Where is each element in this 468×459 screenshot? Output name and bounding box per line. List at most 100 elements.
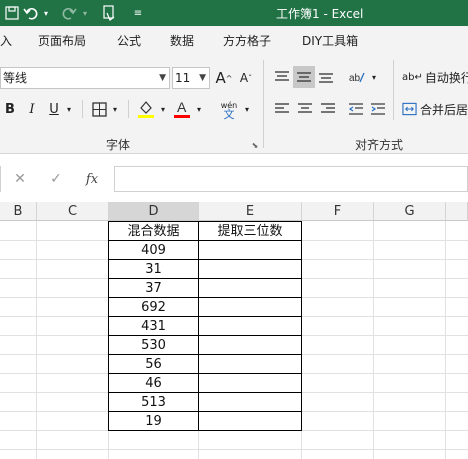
merge-center-label: 合并后居 bbox=[419, 102, 468, 117]
table-cell[interactable]: 692 bbox=[109, 298, 198, 317]
save-icon[interactable] bbox=[4, 3, 20, 23]
column-header-f[interactable]: F bbox=[302, 202, 374, 221]
table-cell-empty[interactable] bbox=[199, 260, 301, 279]
header-cell-mixed-data[interactable]: 混合数据 bbox=[109, 222, 198, 241]
column-header-d[interactable]: D bbox=[109, 202, 199, 221]
worksheet-grid[interactable]: B C D E F G 混合数据 提取三位数 409 31 37 692 431… bbox=[0, 202, 468, 459]
wrap-text-button[interactable]: ab↵ 自动换行 bbox=[402, 66, 468, 88]
fill-color-icon[interactable] bbox=[136, 98, 156, 120]
cancel-icon[interactable]: ✕ bbox=[10, 169, 30, 189]
table-cell-empty[interactable] bbox=[199, 336, 301, 355]
column-header-h[interactable] bbox=[446, 202, 468, 221]
title-bar: ▾ ▾ ≡ 工作簿1 - Excel bbox=[0, 0, 468, 26]
table-border bbox=[198, 221, 199, 431]
enter-icon[interactable]: ✓ bbox=[46, 169, 66, 189]
table-cell[interactable]: 513 bbox=[109, 393, 198, 412]
table-border bbox=[108, 411, 302, 412]
table-border bbox=[108, 278, 302, 279]
table-cell[interactable]: 46 bbox=[109, 374, 198, 393]
chevron-down-icon[interactable]: ▾ bbox=[369, 66, 379, 88]
chevron-down-icon[interactable]: ▾ bbox=[194, 98, 204, 120]
font-name-combo[interactable]: 等线 ▼ bbox=[0, 67, 170, 89]
table-border bbox=[108, 259, 302, 260]
undo-icon[interactable] bbox=[22, 3, 40, 23]
underline-button[interactable]: U bbox=[46, 98, 62, 120]
decrease-indent-icon[interactable] bbox=[346, 98, 366, 120]
tab-fangfang[interactable]: 方方格子 bbox=[223, 32, 271, 49]
phonetic-guide-button[interactable]: wén 文 bbox=[218, 98, 240, 122]
column-header-c[interactable]: C bbox=[37, 202, 109, 221]
table-cell-empty[interactable] bbox=[199, 412, 301, 431]
table-cell-empty[interactable] bbox=[199, 298, 301, 317]
font-size-combo[interactable]: 11 ▼ bbox=[172, 67, 210, 89]
table-border bbox=[108, 221, 109, 431]
ribbon-tabs: 入 页面布局 公式 数据 方方格子 DIY工具箱 bbox=[0, 26, 468, 54]
table-cell[interactable]: 19 bbox=[109, 412, 198, 431]
merge-center-icon bbox=[402, 102, 417, 116]
chevron-down-icon[interactable]: ▾ bbox=[110, 98, 120, 120]
column-header-b[interactable]: B bbox=[0, 202, 37, 221]
decrease-font-size-button[interactable]: Aˇ bbox=[236, 67, 256, 89]
align-bottom-icon[interactable] bbox=[316, 66, 336, 88]
align-right-icon[interactable] bbox=[318, 98, 338, 120]
font-color-icon[interactable]: A bbox=[172, 98, 192, 120]
svg-text:A: A bbox=[177, 99, 187, 115]
italic-button[interactable]: I bbox=[24, 98, 40, 120]
tab-diy-toolbox[interactable]: DIY工具箱 bbox=[302, 32, 358, 49]
table-border bbox=[108, 221, 302, 222]
undo-dropdown-icon[interactable]: ▾ bbox=[41, 3, 51, 23]
increase-indent-icon[interactable] bbox=[368, 98, 388, 120]
table-cell-empty[interactable] bbox=[199, 393, 301, 412]
formula-bar: ✕ ✓ fx bbox=[0, 154, 468, 202]
table-cell[interactable]: 431 bbox=[109, 317, 198, 336]
table-cell[interactable]: 530 bbox=[109, 336, 198, 355]
chevron-down-icon[interactable]: ▾ bbox=[158, 98, 168, 120]
table-cell-empty[interactable] bbox=[199, 279, 301, 298]
window-title: 工作簿1 - Excel bbox=[276, 7, 364, 21]
table-cell[interactable]: 409 bbox=[109, 241, 198, 260]
chevron-down-icon[interactable]: ▼ bbox=[199, 68, 206, 88]
phonetic-icon: 文 bbox=[223, 108, 235, 121]
wrap-text-label: 自动换行 bbox=[424, 70, 468, 85]
table-border bbox=[108, 335, 302, 336]
align-middle-icon[interactable] bbox=[293, 66, 315, 88]
chevron-down-icon[interactable]: ▾ bbox=[64, 98, 74, 120]
tab-formulas[interactable]: 公式 bbox=[117, 32, 141, 49]
ribbon: 等线 ▼ 11 ▼ A ^ Aˇ B I U ▾ ▾ ▾ A ▾ wén 文 ▾ … bbox=[0, 54, 468, 154]
customize-qat-icon[interactable]: ≡ bbox=[132, 3, 144, 23]
column-header-g[interactable]: G bbox=[374, 202, 446, 221]
table-border bbox=[108, 373, 302, 374]
table-cell[interactable]: 37 bbox=[109, 279, 198, 298]
table-cell[interactable]: 56 bbox=[109, 355, 198, 374]
orientation-icon[interactable]: ab bbox=[346, 66, 368, 88]
chevron-down-icon[interactable]: ▾ bbox=[242, 98, 252, 120]
align-top-icon[interactable] bbox=[272, 66, 292, 88]
redo-icon[interactable] bbox=[60, 3, 78, 23]
table-border bbox=[108, 297, 302, 298]
table-cell-empty[interactable] bbox=[199, 241, 301, 260]
insert-function-icon[interactable]: fx bbox=[82, 169, 102, 189]
chevron-down-icon[interactable]: ▼ bbox=[159, 68, 166, 88]
tab-data[interactable]: 数据 bbox=[170, 32, 194, 49]
merge-center-button[interactable]: 合并后居 bbox=[402, 98, 468, 120]
table-border bbox=[108, 316, 302, 317]
align-left-icon[interactable] bbox=[272, 98, 292, 120]
increase-font-size-button[interactable]: A ^ bbox=[214, 67, 234, 89]
redo-dropdown-icon[interactable]: ▾ bbox=[80, 3, 90, 23]
borders-icon[interactable] bbox=[90, 98, 108, 120]
wrap-text-icon: ab↵ bbox=[402, 71, 423, 83]
font-dialog-launcher-icon[interactable]: ⬊ bbox=[250, 140, 260, 150]
column-header-e[interactable]: E bbox=[199, 202, 302, 221]
tab-page-layout[interactable]: 页面布局 bbox=[38, 32, 86, 49]
formula-input[interactable] bbox=[114, 166, 468, 192]
font-size-value: 11 bbox=[175, 71, 191, 85]
table-cell[interactable]: 31 bbox=[109, 260, 198, 279]
touch-mode-icon[interactable] bbox=[100, 3, 118, 23]
table-cell-empty[interactable] bbox=[199, 317, 301, 336]
tab-insert[interactable]: 入 bbox=[0, 32, 12, 49]
bold-button[interactable]: B bbox=[2, 98, 18, 120]
header-cell-extract-three-digit[interactable]: 提取三位数 bbox=[199, 222, 301, 241]
table-cell-empty[interactable] bbox=[199, 355, 301, 374]
table-cell-empty[interactable] bbox=[199, 374, 301, 393]
align-center-icon[interactable] bbox=[295, 98, 315, 120]
